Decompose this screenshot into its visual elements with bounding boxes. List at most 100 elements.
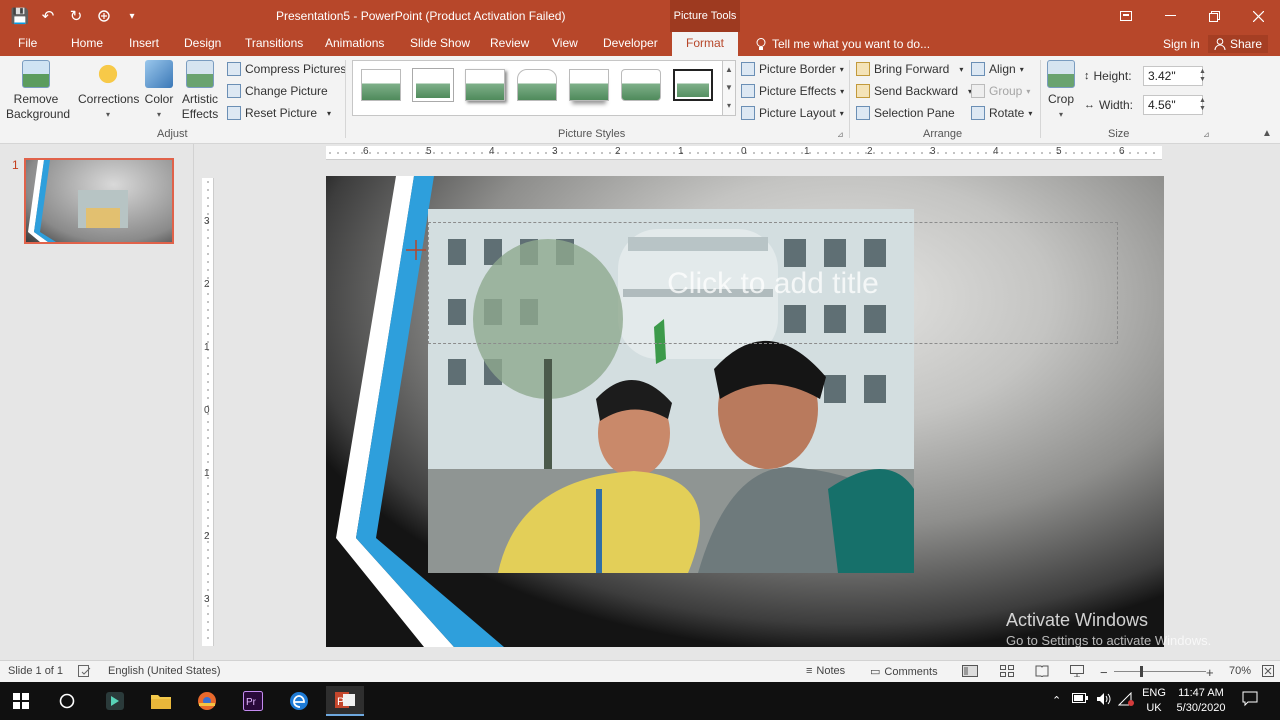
hruler-number: 0 <box>741 146 747 157</box>
selection-pane-button[interactable]: Selection Pane <box>856 106 955 120</box>
size-launcher-icon[interactable]: ⊿ <box>1203 130 1210 139</box>
reset-picture-button[interactable]: Reset Picture ▾ <box>227 106 331 120</box>
close-icon[interactable] <box>1236 0 1280 32</box>
zoom-slider[interactable] <box>1114 666 1206 677</box>
gallery-down-icon[interactable]: ▼ <box>723 79 735 97</box>
picture-style-4[interactable] <box>517 69 557 101</box>
tab-slide-show[interactable]: Slide Show <box>410 36 470 50</box>
height-spinner[interactable]: ▲ ▼ <box>1199 68 1206 84</box>
crop-button[interactable]: Crop ▾ <box>1046 60 1076 122</box>
artistic-effects-icon <box>186 60 214 88</box>
tab-animations[interactable]: Animations <box>325 36 384 50</box>
redo-icon[interactable]: ↻ <box>64 4 88 28</box>
group-button[interactable]: Group ▾ <box>971 84 1030 98</box>
color-button[interactable]: Color ▾ <box>142 60 176 122</box>
picture-effects-icon <box>741 84 755 98</box>
align-button[interactable]: Align ▾ <box>971 62 1024 76</box>
slideshow-view-icon[interactable] <box>1070 665 1084 677</box>
ribbon-display-options-icon[interactable] <box>1104 0 1148 32</box>
customize-qat-icon[interactable]: ▾ <box>120 4 144 28</box>
tab-insert[interactable]: Insert <box>129 36 159 50</box>
corrections-button[interactable]: Corrections ▾ <box>78 60 139 122</box>
picture-style-5[interactable] <box>569 69 609 101</box>
tell-me-search[interactable]: Tell me what you want to do... <box>756 37 930 51</box>
width-field[interactable]: 4.56" <box>1143 95 1203 115</box>
file-explorer-icon[interactable] <box>142 686 180 716</box>
picture-style-6[interactable] <box>621 69 661 101</box>
gallery-scroll[interactable]: ▲ ▼ ▾ <box>722 60 736 116</box>
notes-label: Notes <box>816 665 846 677</box>
send-backward-button[interactable]: Send Backward ▾ <box>856 84 972 98</box>
fit-slide-icon[interactable] <box>1262 665 1274 677</box>
windows-start-icon[interactable] <box>2 686 40 716</box>
slide-thumbnail-1[interactable] <box>24 158 174 244</box>
cortana-search-icon[interactable] <box>48 686 86 716</box>
remove-background-button[interactable]: Remove Background <box>6 60 70 122</box>
change-picture-button[interactable]: Change Picture <box>227 84 328 98</box>
powerpoint-app-icon[interactable]: P <box>326 686 364 716</box>
picture-style-1[interactable] <box>361 69 401 101</box>
input-language[interactable]: ENG UK <box>1140 686 1168 716</box>
sign-in-link[interactable]: Sign in <box>1163 37 1200 51</box>
height-field[interactable]: 3.42" <box>1143 66 1203 86</box>
move-cursor-icon <box>406 240 426 260</box>
share-button[interactable]: Share <box>1208 35 1269 53</box>
picture-styles-launcher-icon[interactable]: ⊿ <box>837 130 844 139</box>
volume-icon[interactable] <box>1096 692 1112 711</box>
picture-style-3[interactable] <box>465 69 505 101</box>
network-icon[interactable] <box>1117 691 1134 711</box>
system-clock[interactable]: 11:47 AM 5/30/2020 <box>1172 686 1230 716</box>
notes-button[interactable]: ≡ Notes <box>806 665 845 677</box>
zoom-slider-thumb[interactable] <box>1140 666 1143 677</box>
picture-border-button[interactable]: Picture Border ▾ <box>741 62 844 76</box>
slide-canvas[interactable]: Click to add title <box>326 176 1164 647</box>
bring-forward-button[interactable]: Bring Forward ▾ <box>856 62 963 76</box>
zoom-level[interactable]: 70% <box>1229 665 1251 677</box>
reading-view-icon[interactable] <box>1035 665 1049 677</box>
chrome-like-app-icon[interactable] <box>188 686 226 716</box>
clock-date: 5/30/2020 <box>1176 702 1226 714</box>
title-placeholder[interactable]: Click to add title <box>428 222 1118 344</box>
show-hidden-icons[interactable]: ⌃ <box>1052 694 1061 709</box>
tab-design[interactable]: Design <box>184 36 221 50</box>
gallery-up-icon[interactable]: ▲ <box>723 61 735 79</box>
filmora-app-icon[interactable] <box>96 686 134 716</box>
tab-view[interactable]: View <box>552 36 578 50</box>
normal-view-icon[interactable] <box>962 665 978 677</box>
action-center-icon[interactable] <box>1242 691 1258 712</box>
tab-developer[interactable]: Developer <box>603 36 658 50</box>
vruler-number: 1 <box>204 342 210 353</box>
spell-check-icon[interactable] <box>78 665 92 677</box>
comments-button[interactable]: ▭ Comments <box>870 665 938 679</box>
tab-file[interactable]: File <box>18 36 37 50</box>
zoom-in-icon[interactable]: + <box>1206 665 1214 680</box>
undo-icon[interactable]: ↶ <box>36 4 60 28</box>
tab-format[interactable]: Format <box>672 32 739 56</box>
gallery-more-icon[interactable]: ▾ <box>723 97 735 115</box>
edge-browser-icon[interactable] <box>280 686 318 716</box>
artistic-effects-button[interactable]: Artistic Effects <box>178 60 222 122</box>
tab-transitions[interactable]: Transitions <box>245 36 303 50</box>
height-icon: ↕ <box>1084 70 1090 82</box>
picture-style-7[interactable] <box>673 69 713 101</box>
rotate-button[interactable]: Rotate ▾ <box>971 106 1032 120</box>
tab-home[interactable]: Home <box>71 36 103 50</box>
zoom-out-icon[interactable]: − <box>1100 665 1108 680</box>
compress-pictures-button[interactable]: Compress Pictures <box>227 62 346 76</box>
width-spinner[interactable]: ▲ ▼ <box>1199 97 1206 113</box>
picture-layout-button[interactable]: Picture Layout ▾ <box>741 106 844 120</box>
save-icon[interactable]: 💾 <box>8 4 32 28</box>
language-status[interactable]: English (United States) <box>108 665 221 677</box>
battery-icon[interactable] <box>1072 693 1088 708</box>
picture-style-2[interactable] <box>413 69 453 101</box>
collapse-ribbon-icon[interactable]: ▲ <box>1262 128 1272 139</box>
picture-tools-label: Picture Tools <box>670 0 740 32</box>
minimize-icon[interactable] <box>1148 0 1192 32</box>
restore-icon[interactable] <box>1192 0 1236 32</box>
touch-mode-icon[interactable] <box>92 4 116 28</box>
slide-sorter-icon[interactable] <box>1000 665 1014 677</box>
vruler-number: 2 <box>204 279 210 290</box>
premiere-pro-icon[interactable]: Pr <box>234 686 272 716</box>
tab-review[interactable]: Review <box>490 36 529 50</box>
picture-effects-button[interactable]: Picture Effects ▾ <box>741 84 844 98</box>
